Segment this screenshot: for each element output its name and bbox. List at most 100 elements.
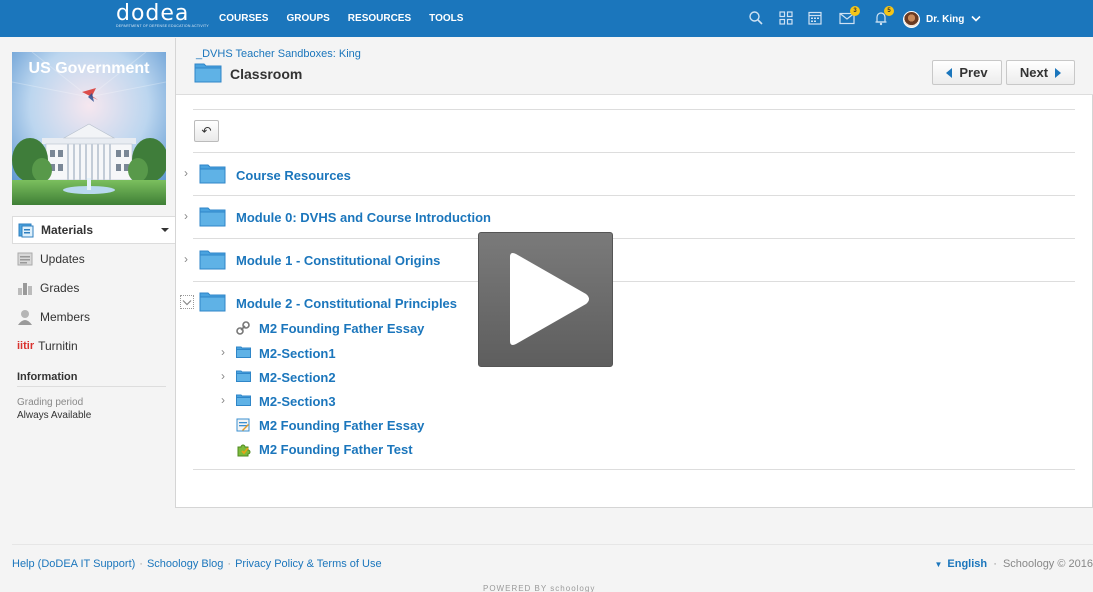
divider bbox=[17, 386, 166, 387]
item-m2-founding-father-essay-assignment[interactable]: M2 Founding Father Essay bbox=[259, 418, 424, 433]
nav-resources[interactable]: RESOURCES bbox=[348, 13, 411, 24]
search-icon[interactable] bbox=[747, 9, 765, 27]
divider bbox=[193, 195, 1075, 196]
footer-link-blog[interactable]: Schoology Blog bbox=[147, 558, 223, 570]
language-label: English bbox=[947, 558, 988, 570]
calendar-icon[interactable] bbox=[806, 9, 824, 27]
folder-icon bbox=[236, 346, 251, 358]
course-sidebar-menu: Materials Updates Grades Members iitir T… bbox=[12, 216, 175, 360]
folder-module-2[interactable]: Module 2 - Constitutional Principles bbox=[236, 296, 457, 311]
folder-icon bbox=[199, 250, 226, 270]
materials-panel: _DVHS Teacher Sandboxes: King Classroom … bbox=[175, 38, 1093, 508]
sidebar-item-updates[interactable]: Updates bbox=[12, 244, 175, 273]
assignment-icon bbox=[236, 418, 250, 432]
main-nav: COURSES GROUPS RESOURCES TOOLS bbox=[219, 0, 481, 37]
expand-chevron-icon[interactable]: › bbox=[184, 166, 188, 180]
sidebar-item-label: Turnitin bbox=[38, 338, 78, 353]
folder-module-1[interactable]: Module 1 - Constitutional Origins bbox=[236, 253, 440, 268]
item-m2-founding-father-essay-link[interactable]: M2 Founding Father Essay bbox=[259, 321, 424, 336]
footer-link-privacy[interactable]: Privacy Policy & Terms of Use bbox=[235, 558, 382, 570]
folder-m2-section2[interactable]: M2-Section2 bbox=[259, 370, 336, 385]
nav-courses[interactable]: COURSES bbox=[219, 13, 268, 24]
notifications-badge: 5 bbox=[884, 6, 894, 16]
footer-links: Help (DoDEA IT Support) · Schoology Blog · P… bbox=[12, 558, 382, 570]
updates-icon bbox=[17, 251, 33, 267]
powered-by-schoology: POWERED BY schoology bbox=[483, 584, 596, 592]
sidebar-item-label: Grades bbox=[40, 280, 80, 295]
link-icon bbox=[236, 321, 250, 335]
arrow-right-icon bbox=[1055, 67, 1062, 78]
folder-course-resources[interactable]: Course Resources bbox=[236, 168, 351, 183]
footer-divider bbox=[12, 544, 1093, 545]
next-button[interactable]: Next bbox=[1006, 60, 1075, 85]
expand-chevron-icon[interactable]: › bbox=[221, 393, 225, 407]
collapse-chevron-icon[interactable] bbox=[180, 295, 194, 309]
page-title: Classroom bbox=[230, 66, 303, 82]
play-icon bbox=[510, 253, 589, 345]
logo-tagline: DEPARTMENT OF DEFENSE EDUCATION ACTIVITY bbox=[116, 24, 209, 28]
video-play-button[interactable] bbox=[478, 232, 613, 367]
expand-chevron-icon[interactable]: › bbox=[184, 252, 188, 266]
folder-open-icon bbox=[199, 292, 226, 312]
grades-icon bbox=[17, 280, 33, 296]
divider bbox=[193, 152, 1075, 153]
folder-m2-section1[interactable]: M2-Section1 bbox=[259, 346, 336, 361]
language-selector[interactable]: ▼ English bbox=[934, 558, 987, 570]
materials-icon bbox=[18, 222, 34, 238]
nav-groups[interactable]: GROUPS bbox=[286, 13, 329, 24]
folder-icon bbox=[199, 207, 226, 227]
sidebar-item-turnitin[interactable]: iitir Turnitin bbox=[12, 331, 175, 360]
grading-period-value: Always Available bbox=[17, 410, 92, 421]
caret-down-icon[interactable] bbox=[161, 228, 169, 232]
prev-label: Prev bbox=[959, 65, 988, 80]
divider bbox=[193, 109, 1075, 110]
item-m2-founding-father-test[interactable]: M2 Founding Father Test bbox=[259, 442, 413, 457]
user-menu[interactable]: Dr. King bbox=[903, 9, 981, 29]
dodea-logo[interactable]: dodea DEPARTMENT OF DEFENSE EDUCATION AC… bbox=[116, 1, 209, 32]
separator: · bbox=[139, 558, 143, 570]
notifications-bell-icon[interactable]: 5 bbox=[872, 6, 894, 27]
avatar bbox=[903, 10, 920, 28]
folder-icon bbox=[236, 370, 251, 382]
expand-chevron-icon[interactable]: › bbox=[221, 345, 225, 359]
prev-button[interactable]: Prev bbox=[932, 60, 1002, 85]
breadcrumb[interactable]: _DVHS Teacher Sandboxes: King bbox=[196, 48, 361, 60]
messages-badge: 3 bbox=[850, 6, 860, 16]
members-icon bbox=[17, 309, 33, 325]
grading-period-label: Grading period bbox=[17, 397, 84, 408]
folder-module-0[interactable]: Module 0: DVHS and Course Introduction bbox=[236, 210, 491, 225]
sidebar-item-label: Members bbox=[40, 309, 91, 324]
information-heading: Information bbox=[17, 371, 78, 383]
logo-text: dodea bbox=[116, 1, 190, 26]
course-image: US Government bbox=[12, 52, 166, 205]
test-quiz-icon bbox=[237, 444, 251, 457]
sidebar-item-materials[interactable]: Materials bbox=[12, 216, 175, 244]
top-navigation-bar: dodea DEPARTMENT OF DEFENSE EDUCATION AC… bbox=[0, 0, 1093, 37]
sidebar-item-label: Materials bbox=[41, 223, 94, 237]
course-title: US Government bbox=[28, 60, 150, 77]
apps-grid-icon[interactable] bbox=[777, 9, 795, 27]
divider bbox=[193, 281, 1075, 282]
copyright: Schoology © 2016 bbox=[1002, 558, 1093, 570]
turnitin-icon: iitir bbox=[17, 339, 35, 352]
messages-icon[interactable]: 3 bbox=[838, 6, 860, 27]
nav-tools[interactable]: TOOLS bbox=[429, 13, 463, 24]
divider bbox=[193, 238, 1075, 239]
folder-m2-section3[interactable]: M2-Section3 bbox=[259, 394, 336, 409]
footer-link-help[interactable]: Help (DoDEA IT Support) bbox=[12, 558, 135, 570]
separator: · bbox=[993, 558, 997, 570]
expand-chevron-icon[interactable]: › bbox=[184, 209, 188, 223]
user-name: Dr. King bbox=[926, 13, 965, 25]
sidebar-item-grades[interactable]: Grades bbox=[12, 273, 175, 302]
folder-icon bbox=[236, 394, 251, 406]
divider bbox=[193, 469, 1075, 470]
caret-down-icon: ▼ bbox=[934, 560, 943, 569]
folder-header: _DVHS Teacher Sandboxes: King Classroom … bbox=[176, 38, 1093, 95]
folder-icon bbox=[194, 63, 222, 83]
sidebar-item-members[interactable]: Members bbox=[12, 302, 175, 331]
folder-icon bbox=[199, 164, 226, 184]
expand-chevron-icon[interactable]: › bbox=[221, 369, 225, 383]
separator: · bbox=[227, 558, 232, 570]
back-button[interactable]: ↶ bbox=[194, 120, 219, 142]
footer-right: ▼ English · Schoology © 2016 bbox=[934, 558, 1093, 570]
